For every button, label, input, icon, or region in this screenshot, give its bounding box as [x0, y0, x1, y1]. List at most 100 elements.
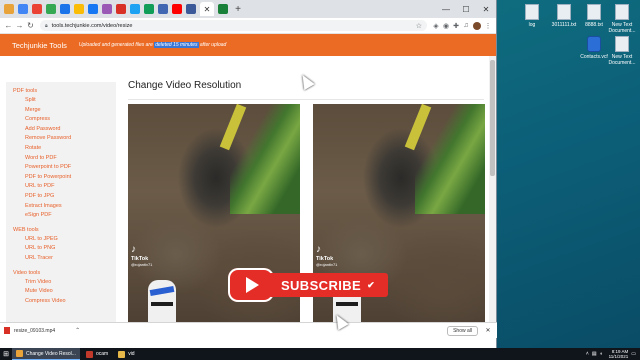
- tab-1[interactable]: [4, 4, 14, 14]
- tab-14[interactable]: [186, 4, 196, 14]
- bookmark-star-icon[interactable]: ☆: [416, 22, 422, 30]
- desktop-icon-new-text-1[interactable]: New Text Document...: [604, 4, 640, 34]
- tab-active[interactable]: ✕: [200, 2, 214, 16]
- sidebar-link-esign-pdf[interactable]: eSign PDF: [13, 211, 116, 221]
- menu-icon[interactable]: ⋮: [483, 22, 493, 30]
- lock-icon[interactable]: 🔒︎: [45, 23, 48, 29]
- tab-11[interactable]: [144, 4, 154, 14]
- close-icon[interactable]: ✕: [483, 327, 493, 334]
- tiktok-watermark: ♪ TikTok @rojantiv71: [131, 244, 152, 267]
- tab-15[interactable]: [218, 4, 228, 14]
- system-tray: ˄ ▤ ◖ 8:19 AM 11/1/2021 ▭: [583, 349, 640, 360]
- show-all-button[interactable]: Show all: [447, 325, 478, 336]
- maximize-button[interactable]: ☐: [456, 5, 476, 14]
- site-header: Techjunkie Tools Uploaded and generated …: [0, 34, 496, 56]
- file-icon: [615, 4, 629, 20]
- taskbar-item-ocam[interactable]: ocam: [82, 348, 112, 360]
- sidebar-link-compress[interactable]: Compress: [13, 115, 116, 125]
- taskbar-item-browser[interactable]: Change Video Resol...: [12, 348, 80, 360]
- sidebar-link-url-to-pdf[interactable]: URL to PDF: [13, 182, 116, 192]
- minimize-button[interactable]: —: [436, 5, 456, 14]
- clock[interactable]: 8:19 AM 11/1/2021: [609, 349, 629, 360]
- ocam-icon: [85, 350, 93, 358]
- tiktok-handle: @rojantiv71: [316, 262, 338, 267]
- page-scrollbar[interactable]: [489, 56, 496, 322]
- sidebar-link-powerpoint-to-pdf[interactable]: Powerpoint to PDF: [13, 163, 116, 173]
- sidebar-link-compress-video[interactable]: Compress Video: [13, 297, 116, 307]
- sidebar-link-remove-password[interactable]: Remove Password: [13, 134, 116, 144]
- windows-start-icon[interactable]: ⊞: [0, 350, 12, 358]
- sidebar-link-mute-video[interactable]: Mute Video: [13, 287, 116, 297]
- sidebar-link-pdf-to-jpg[interactable]: PDF to JPG: [13, 192, 116, 202]
- file-icon: [557, 4, 571, 20]
- chevron-up-icon[interactable]: ⌃: [75, 327, 80, 334]
- tab-10[interactable]: [130, 4, 140, 14]
- desktop-icon-new-text-2[interactable]: New Text Document...: [604, 36, 640, 66]
- tab-5[interactable]: [60, 4, 70, 14]
- tab-9[interactable]: [116, 4, 126, 14]
- profile-avatar[interactable]: [473, 21, 481, 30]
- sidebar-link-url-to-jpeg[interactable]: URL to JPEG: [13, 235, 116, 245]
- file-icon: [615, 36, 629, 52]
- sidebar-link-word-to-pdf[interactable]: Word to PDF: [13, 154, 116, 164]
- notice-text: after upload: [198, 42, 227, 48]
- tab-8[interactable]: [102, 4, 112, 14]
- desktop-icon-label: 3011111.txt: [551, 22, 577, 28]
- file-icon: [587, 4, 601, 20]
- back-icon[interactable]: ←: [3, 21, 14, 30]
- file-icon: [525, 4, 539, 20]
- reload-icon[interactable]: ↻: [25, 21, 36, 30]
- extension-icon[interactable]: ◈: [431, 22, 441, 30]
- notification-icon[interactable]: ▭: [631, 351, 636, 357]
- video-file-icon: [4, 327, 10, 334]
- sidebar-link-extract-images[interactable]: Extract Images: [13, 202, 116, 212]
- desktop-icon-log[interactable]: log: [514, 4, 550, 28]
- puzzle-icon[interactable]: ✚: [451, 22, 461, 30]
- tab-7[interactable]: [88, 4, 98, 14]
- extension-icon[interactable]: ◉: [441, 22, 451, 30]
- tiktok-watermark: ♪ TikTok @rojantiv71: [316, 244, 337, 267]
- sidebar: PDF tools Split Merge Compress Add Passw…: [6, 82, 116, 322]
- taskbar-item-vid[interactable]: vid: [114, 348, 138, 360]
- check-icon: ✔: [367, 279, 376, 290]
- sidebar-link-url-to-png[interactable]: URL to PNG: [13, 244, 116, 254]
- chrome-icon: [16, 350, 23, 357]
- sidebar-link-merge[interactable]: Merge: [13, 106, 116, 116]
- sidebar-link-add-password[interactable]: Add Password: [13, 125, 116, 135]
- url-text: tools.techjunkie.com/video/resize: [51, 22, 133, 29]
- taskbar: ⊞ Change Video Resol... ocam vid ˄ ▤ ◖ 8…: [0, 348, 640, 360]
- forward-icon[interactable]: →: [14, 21, 25, 30]
- tab-4[interactable]: [46, 4, 56, 14]
- window-controls: — ☐ ✕: [436, 5, 496, 14]
- tab-13[interactable]: [172, 4, 182, 14]
- chevron-up-icon[interactable]: ˄: [586, 351, 589, 357]
- sidebar-link-rotate[interactable]: Rotate: [13, 144, 116, 154]
- tab-3[interactable]: [32, 4, 42, 14]
- tab-12[interactable]: [158, 4, 168, 14]
- site-logo[interactable]: Techjunkie Tools: [12, 41, 67, 50]
- close-window-button[interactable]: ✕: [476, 5, 496, 14]
- sidebar-link-url-tracer[interactable]: URL Tracer: [13, 254, 116, 264]
- tiktok-icon: ♪: [316, 244, 321, 255]
- url-field[interactable]: 🔒︎ tools.techjunkie.com/video/resize ☆: [40, 20, 427, 31]
- clock-date: 11/1/2021: [608, 354, 629, 359]
- desktop-icon-label: New Text Document...: [608, 54, 636, 66]
- close-icon[interactable]: ✕: [204, 5, 211, 14]
- download-bar: resize_09103.mp4 ⌃ Show all ✕: [0, 322, 497, 338]
- subscribe-button: SUBSCRIBE ✔: [268, 273, 388, 297]
- contacts-icon: [587, 36, 601, 52]
- media-icon[interactable]: ♫: [461, 22, 471, 29]
- sidebar-link-pdf-to-powerpoint[interactable]: PDF to Powerpoint: [13, 173, 116, 183]
- tab-6[interactable]: [74, 4, 84, 14]
- sidebar-link-split[interactable]: Split: [13, 96, 116, 106]
- new-tab-button[interactable]: +: [232, 4, 244, 15]
- taskbar-item-label: Change Video Resol...: [26, 350, 76, 357]
- scrollbar-thumb[interactable]: [490, 60, 495, 176]
- volume-icon[interactable]: ◖: [600, 351, 603, 357]
- sidebar-link-trim-video[interactable]: Trim Video: [13, 278, 116, 288]
- tab-2[interactable]: [18, 4, 28, 14]
- taskbar-item-label: vid: [128, 351, 135, 357]
- taskbar-item-label: ocam: [95, 351, 109, 357]
- download-filename[interactable]: resize_09103.mp4: [14, 328, 55, 334]
- network-icon[interactable]: ▤: [592, 351, 597, 357]
